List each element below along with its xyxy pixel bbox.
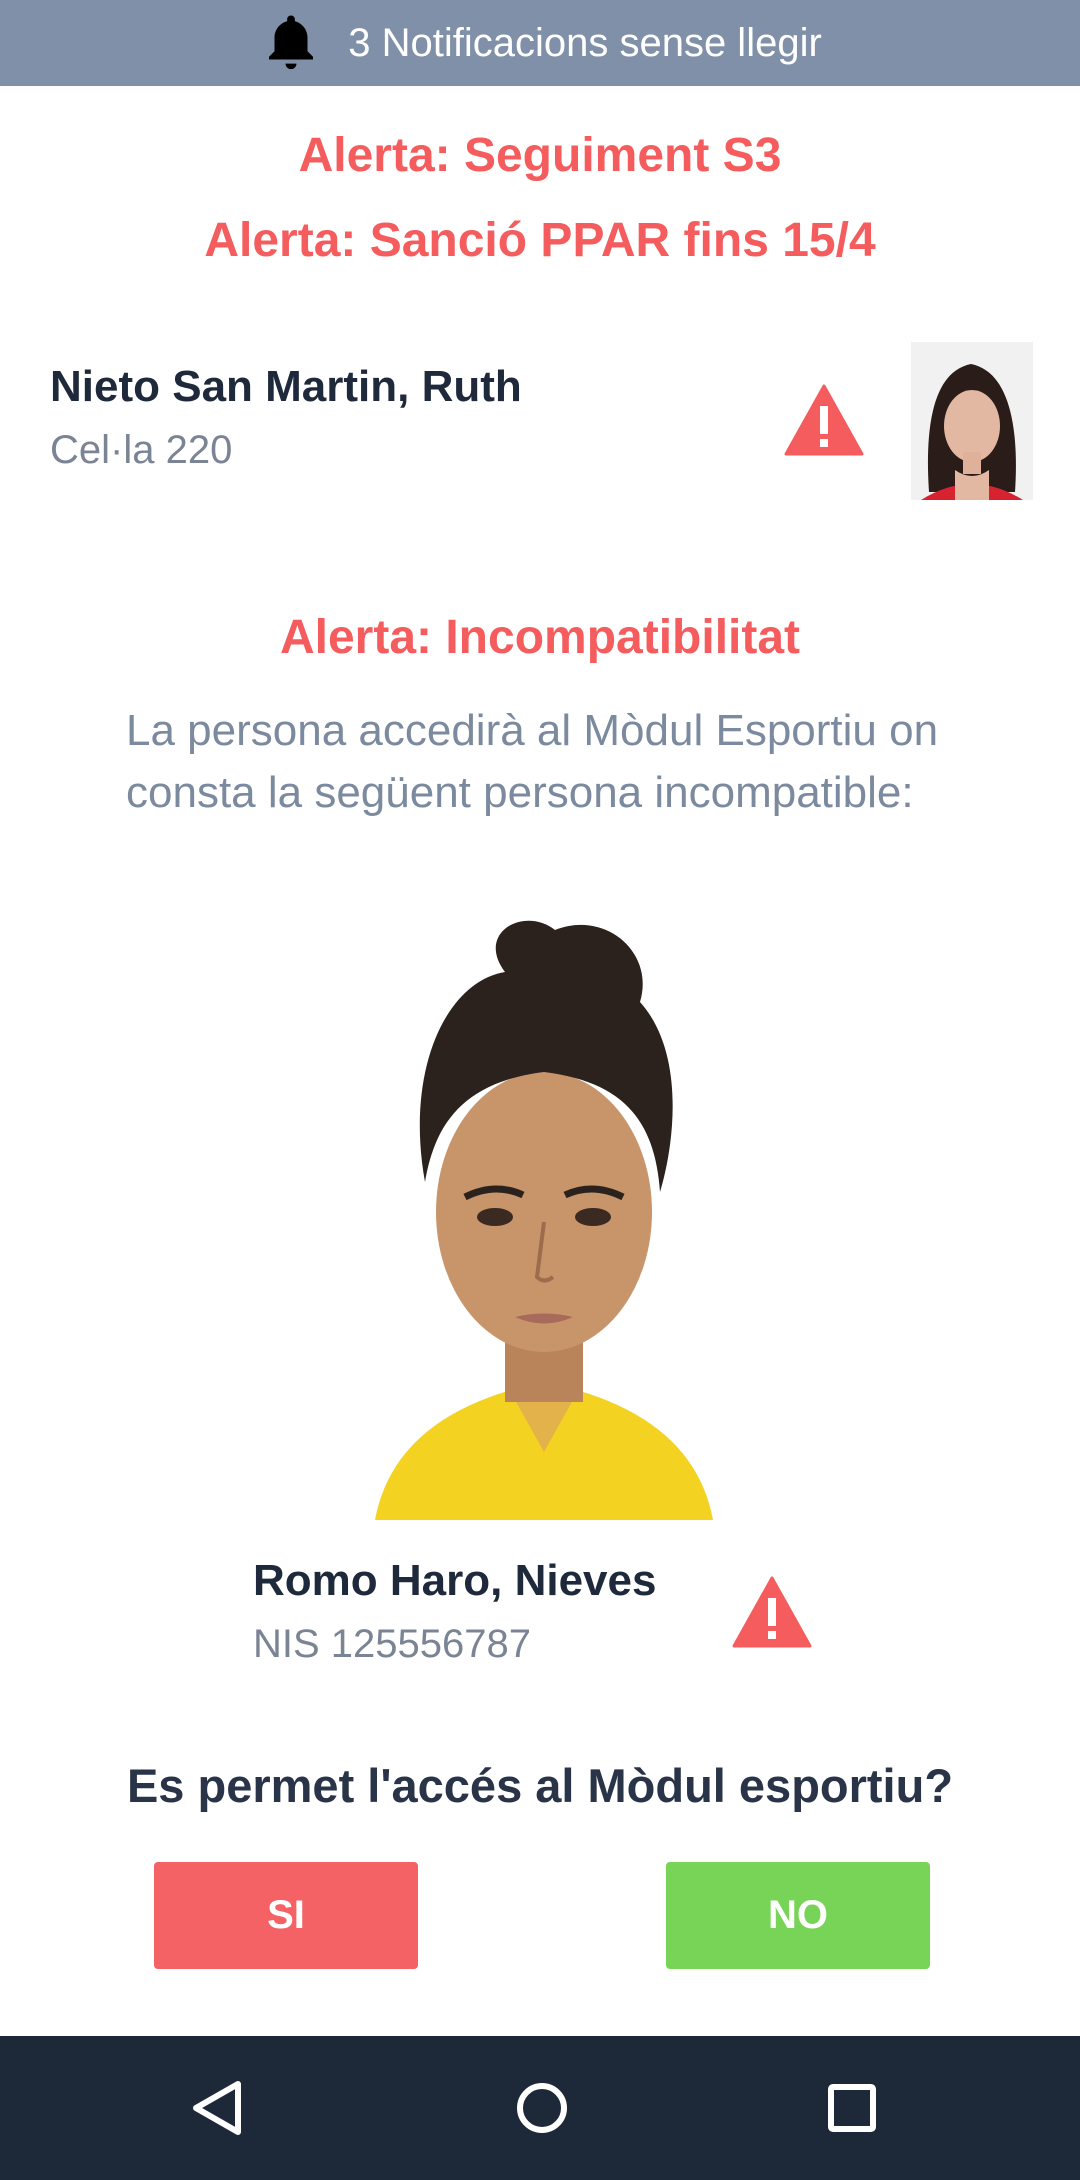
incompatibility-description: La persona accedirà al Mòdul Esportiu on… <box>126 706 939 817</box>
person-photo <box>911 342 1033 500</box>
home-circle-icon[interactable] <box>506 2072 578 2144</box>
incompatible-person-name: Romo Haro, Nieves <box>253 1556 657 1605</box>
warning-icon <box>732 1576 812 1648</box>
bell-icon <box>269 15 314 70</box>
navigation-bar <box>0 2036 1080 2180</box>
recents-square-icon[interactable] <box>816 2072 888 2144</box>
access-question: Es permet l'accés al Mòdul esportiu? <box>126 1759 954 1812</box>
alert-tracking: Alerta: Seguiment S3 <box>298 129 782 182</box>
person-cell: Cel·la 220 <box>50 428 233 472</box>
notification-bar[interactable]: 3 Notificacions sense llegir <box>0 0 1080 86</box>
alert-sanction: Alerta: Sanció PPAR fins 15/4 <box>204 214 876 267</box>
yes-button[interactable]: SI <box>154 1862 418 1969</box>
back-triangle-icon[interactable] <box>182 2072 254 2144</box>
warning-icon <box>784 384 864 456</box>
incompatible-person-photo <box>355 912 733 1520</box>
notification-text: 3 Notificacions sense llegir <box>348 20 822 65</box>
no-button[interactable]: NO <box>666 1862 930 1969</box>
person-name: Nieto San Martin, Ruth <box>50 362 522 411</box>
alert-incompatibility: Alerta: Incompatibilitat <box>279 611 801 664</box>
incompatible-person-nis: NIS 125556787 <box>253 1622 532 1666</box>
